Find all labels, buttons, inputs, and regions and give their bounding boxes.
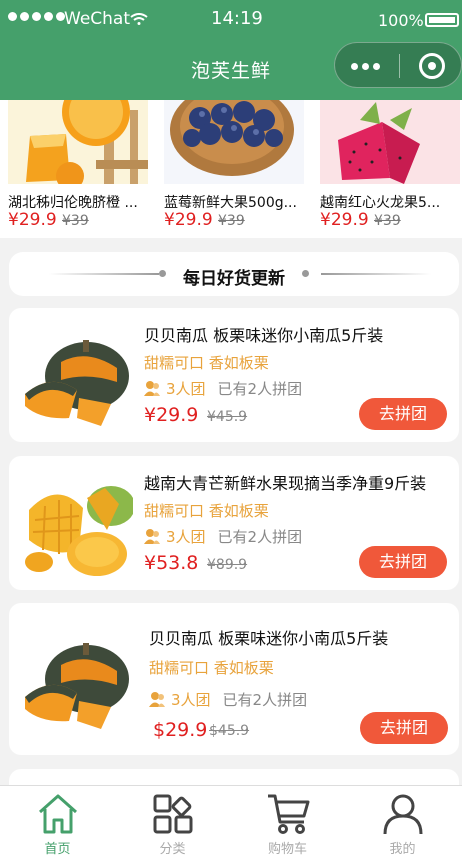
product-tags: 甜糯可口 香如板栗	[144, 354, 269, 372]
product-old-price: ¥89.9	[207, 557, 248, 573]
hot-item-old-price: ¥39	[62, 213, 89, 229]
hot-item-old-price: ¥39	[374, 213, 401, 229]
group-people-icon	[149, 692, 165, 707]
group-size: 3人团	[171, 691, 211, 709]
product-tags: 甜糯可口 香如板栗	[149, 659, 274, 677]
tab-cart[interactable]: 购物车	[230, 786, 345, 855]
join-group-button[interactable]: 去拼团	[359, 398, 447, 430]
tab-profile[interactable]: 我的	[345, 786, 460, 855]
product-tags: 甜糯可口 香如板栗	[144, 502, 269, 520]
more-icon[interactable]	[351, 63, 380, 70]
dragonfruit-image	[320, 100, 460, 184]
group-info: 3人团 已有2人拼团	[144, 526, 302, 547]
tab-label: 我的	[389, 842, 416, 855]
hot-item-price: ¥29.9	[320, 210, 369, 230]
hot-item-price: ¥29.9	[8, 210, 57, 230]
mango-image	[21, 470, 135, 582]
join-group-button[interactable]: 去拼团	[360, 712, 448, 744]
pumpkin-image	[21, 625, 133, 737]
tab-label: 分类	[159, 842, 186, 855]
product-price: ¥29.9	[144, 404, 199, 426]
carrier-name: WeChat	[64, 9, 130, 29]
status-time: 14:19	[211, 8, 263, 29]
tab-label: 首页	[44, 842, 71, 855]
section-title: 每日好货更新	[183, 269, 285, 289]
bottom-tab-bar: 首页 分类 购物车 我的	[0, 785, 462, 855]
battery-icon	[425, 13, 459, 27]
status-bar: WeChat 14:19 100%	[0, 0, 462, 36]
product-old-price: ¥45.9	[207, 409, 248, 425]
wifi-icon	[130, 13, 148, 25]
top-bar: WeChat 14:19 100% 泡芙生鲜	[0, 0, 462, 100]
tab-home[interactable]: 首页	[0, 786, 115, 855]
group-buy-card[interactable]: 越南大青芒新鲜水果现摘当季净重9斤装 甜糯可口 香如板栗 3人团 已有2人拼团 …	[9, 456, 459, 590]
hot-item-name: 蓝莓新鲜大果500g...	[164, 195, 297, 211]
miniprogram-capsule	[334, 42, 462, 88]
join-group-button[interactable]: 去拼团	[359, 546, 447, 578]
joined-count: 已有2人拼团	[222, 691, 308, 709]
group-size: 3人团	[166, 380, 206, 398]
product-title: 越南大青芒新鲜水果现摘当季净重9斤装	[144, 474, 427, 493]
product-price: $29.9	[153, 719, 208, 741]
product-old-price: $45.9	[209, 723, 250, 739]
hot-item-price: ¥29.9	[164, 210, 213, 230]
pumpkin-image	[21, 322, 133, 434]
close-miniprogram-icon[interactable]	[419, 53, 445, 79]
hot-item-name: 湖北秭归伦晚脐橙 ...	[8, 195, 138, 211]
product-title: 贝贝南瓜 板栗味迷你小南瓜5斤装	[149, 629, 389, 648]
group-buy-card[interactable]: 贝贝南瓜 板栗味迷你小南瓜5斤装 甜糯可口 香如板栗 3人团 已有2人拼团 $2…	[9, 603, 459, 755]
heading-line-right	[321, 273, 431, 275]
section-heading: 每日好货更新	[9, 252, 459, 296]
group-info: 3人团 已有2人拼团	[144, 378, 302, 399]
group-info: 3人团 已有2人拼团	[149, 689, 307, 710]
battery-percent: 100%	[378, 11, 424, 30]
capsule-divider	[399, 54, 400, 78]
group-people-icon	[144, 529, 160, 544]
heading-dot-right	[302, 270, 309, 277]
hot-item-name: 越南红心火龙果5...	[320, 195, 441, 211]
tab-category[interactable]: 分类	[115, 786, 230, 855]
product-price: ¥53.8	[144, 552, 199, 574]
group-people-icon	[144, 381, 160, 396]
hot-items-strip[interactable]: 湖北秭归伦晚脐橙 ... ¥29.9 ¥39 蓝莓新鲜大果500g... ¥29…	[0, 100, 462, 238]
group-size: 3人团	[166, 528, 206, 546]
group-buy-card[interactable]: 贝贝南瓜 板栗味迷你小南瓜5斤装 甜糯可口 香如板栗 3人团 已有2人拼团 ¥2…	[9, 308, 459, 442]
tab-label: 购物车	[267, 842, 307, 855]
category-icon	[153, 794, 193, 834]
orange-image	[8, 100, 148, 184]
user-icon	[383, 794, 423, 835]
blueberry-image	[164, 100, 304, 184]
signal-icon	[8, 12, 65, 21]
cart-icon	[268, 794, 310, 834]
hot-item-old-price: ¥39	[218, 213, 245, 229]
product-title: 贝贝南瓜 板栗味迷你小南瓜5斤装	[144, 326, 384, 345]
joined-count: 已有2人拼团	[217, 528, 303, 546]
home-icon	[39, 794, 77, 834]
joined-count: 已有2人拼团	[217, 380, 303, 398]
